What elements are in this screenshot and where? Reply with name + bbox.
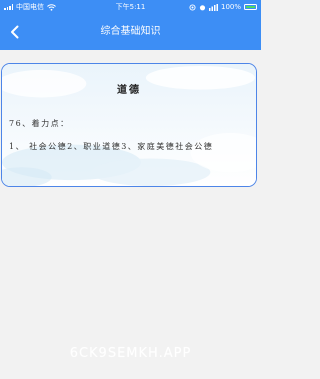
card-text-line: 1、 社会公德2、职业道德3、家庭美德社会公德 xyxy=(9,142,214,151)
status-left: 中国电信 xyxy=(4,0,56,14)
watermark-text: 6CK9SEMKH.APP xyxy=(69,346,192,361)
status-right: 100% xyxy=(189,0,257,14)
signal-hd-icon xyxy=(208,3,218,11)
cell-signal-icon xyxy=(4,4,13,10)
app-header: 中国电信 下午5:11 100% 综合基础知识 xyxy=(0,0,261,50)
battery-percent: 100% xyxy=(220,3,241,11)
card-title: 道德 xyxy=(117,85,141,96)
page-title: 综合基础知识 xyxy=(100,26,161,37)
location-icon xyxy=(189,3,196,11)
battery-icon xyxy=(244,4,257,10)
carrier-label: 中国电信 xyxy=(16,3,44,11)
navigation-bar: 综合基础知识 xyxy=(0,14,261,50)
chevron-left-icon xyxy=(11,25,19,39)
wifi-icon xyxy=(47,3,56,11)
back-button[interactable] xyxy=(2,17,28,47)
status-bar: 中国电信 下午5:11 100% xyxy=(0,0,261,14)
alarm-icon xyxy=(199,4,206,10)
card-text-line: 76、着力点： xyxy=(9,119,70,128)
knowledge-card: 道德 76、着力点： 1、 社会公德2、职业道德3、家庭美德社会公德 xyxy=(1,63,257,187)
